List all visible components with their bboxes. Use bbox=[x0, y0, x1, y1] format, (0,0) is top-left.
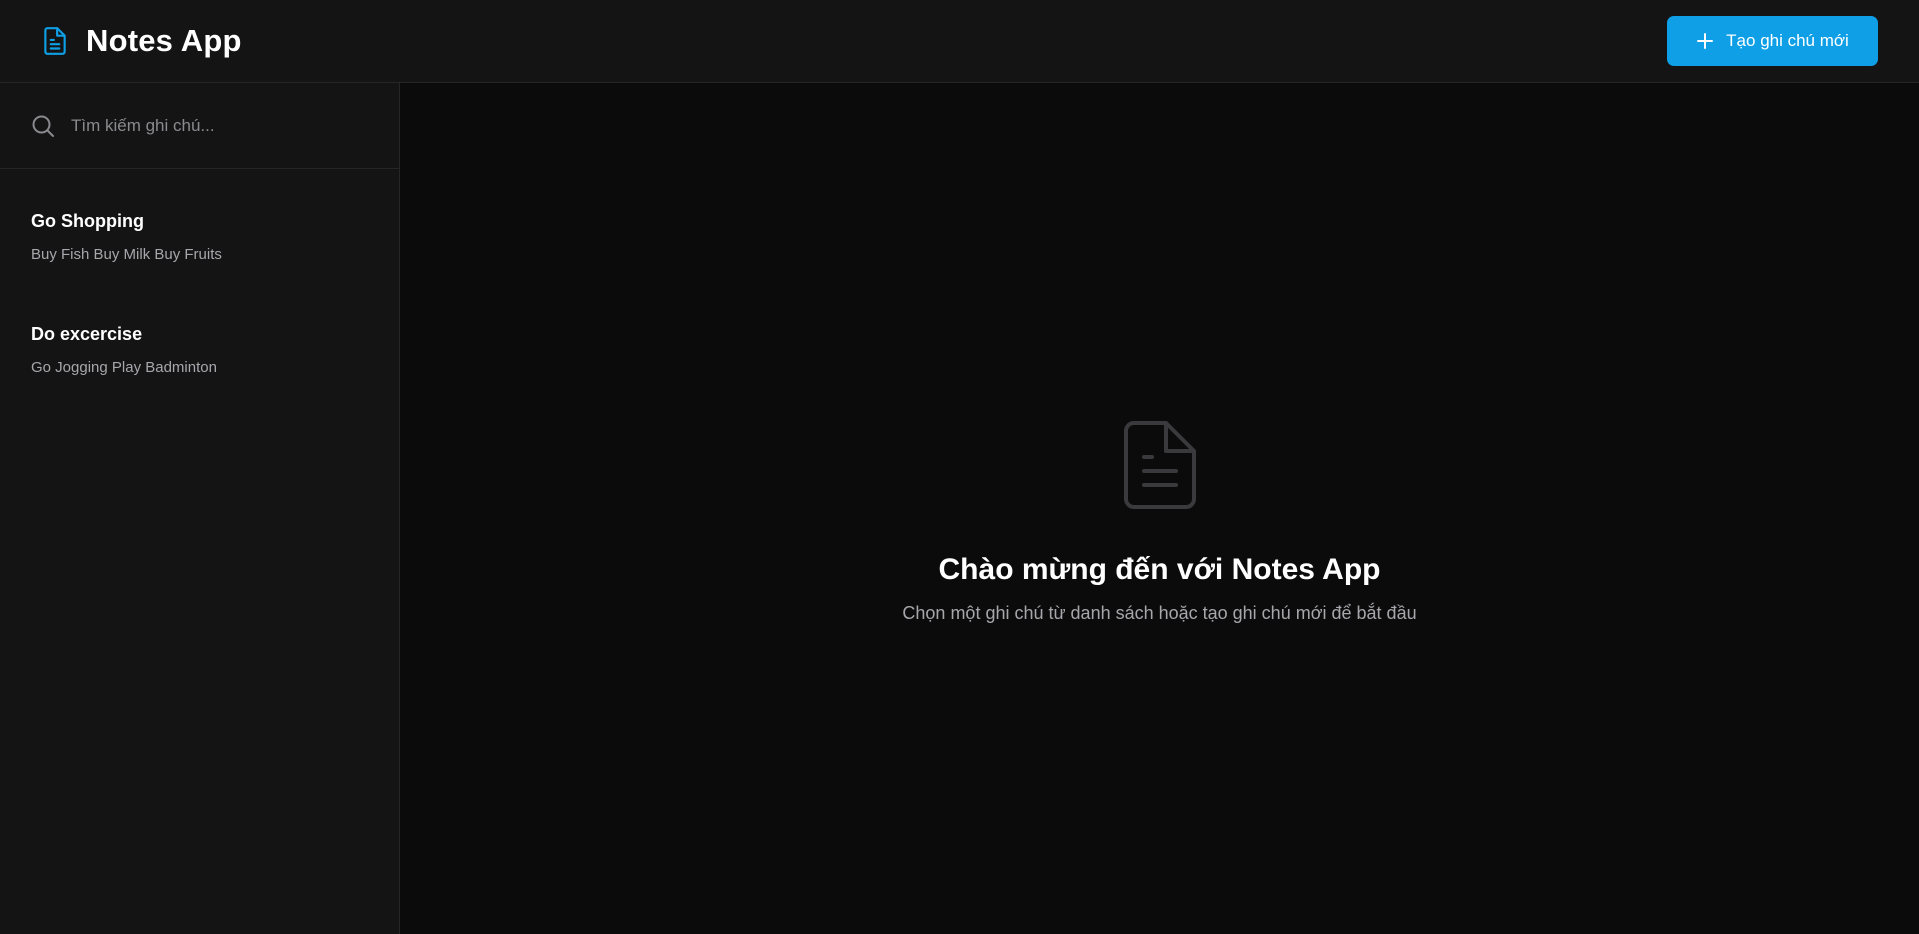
note-item-do-excercise[interactable]: Do excercise Go Jogging Play Badminton bbox=[0, 302, 399, 415]
empty-state: Chào mừng đến với Notes App Chọn một ghi… bbox=[400, 418, 1919, 624]
search-input[interactable] bbox=[69, 114, 369, 137]
note-item-go-shopping[interactable]: Go Shopping Buy Fish Buy Milk Buy Fruits bbox=[0, 189, 399, 302]
document-icon bbox=[1120, 418, 1200, 512]
document-icon bbox=[40, 26, 70, 56]
welcome-title: Chào mừng đến với Notes App bbox=[938, 553, 1381, 586]
app-title: Notes App bbox=[86, 23, 242, 58]
new-note-button[interactable]: Tạo ghi chú mới bbox=[1667, 16, 1878, 66]
welcome-subtitle: Chọn một ghi chú từ danh sách hoặc tạo g… bbox=[902, 603, 1417, 623]
search-bar bbox=[0, 83, 399, 169]
sidebar: Go Shopping Buy Fish Buy Milk Buy Fruits… bbox=[0, 83, 400, 934]
notes-app: Notes App Tạo ghi chú mới Tìm kiếm ghi c… bbox=[0, 0, 1919, 934]
search-icon bbox=[31, 114, 55, 138]
app-header: Notes App Tạo ghi chú mới bbox=[0, 0, 1919, 83]
note-title: Go Shopping bbox=[31, 211, 144, 231]
note-list: Go Shopping Buy Fish Buy Milk Buy Fruits… bbox=[0, 169, 399, 415]
note-title: Do excercise bbox=[31, 324, 143, 344]
note-preview: Buy Fish Buy Milk Buy Fruits bbox=[31, 246, 222, 263]
plus-icon bbox=[1696, 32, 1714, 50]
new-note-label: Tạo ghi chú mới bbox=[1726, 31, 1849, 50]
note-preview: Go Jogging Play Badminton bbox=[31, 359, 217, 376]
main-content: Chào mừng đến với Notes App Chọn một ghi… bbox=[400, 83, 1919, 934]
brand: Notes App bbox=[40, 23, 242, 59]
